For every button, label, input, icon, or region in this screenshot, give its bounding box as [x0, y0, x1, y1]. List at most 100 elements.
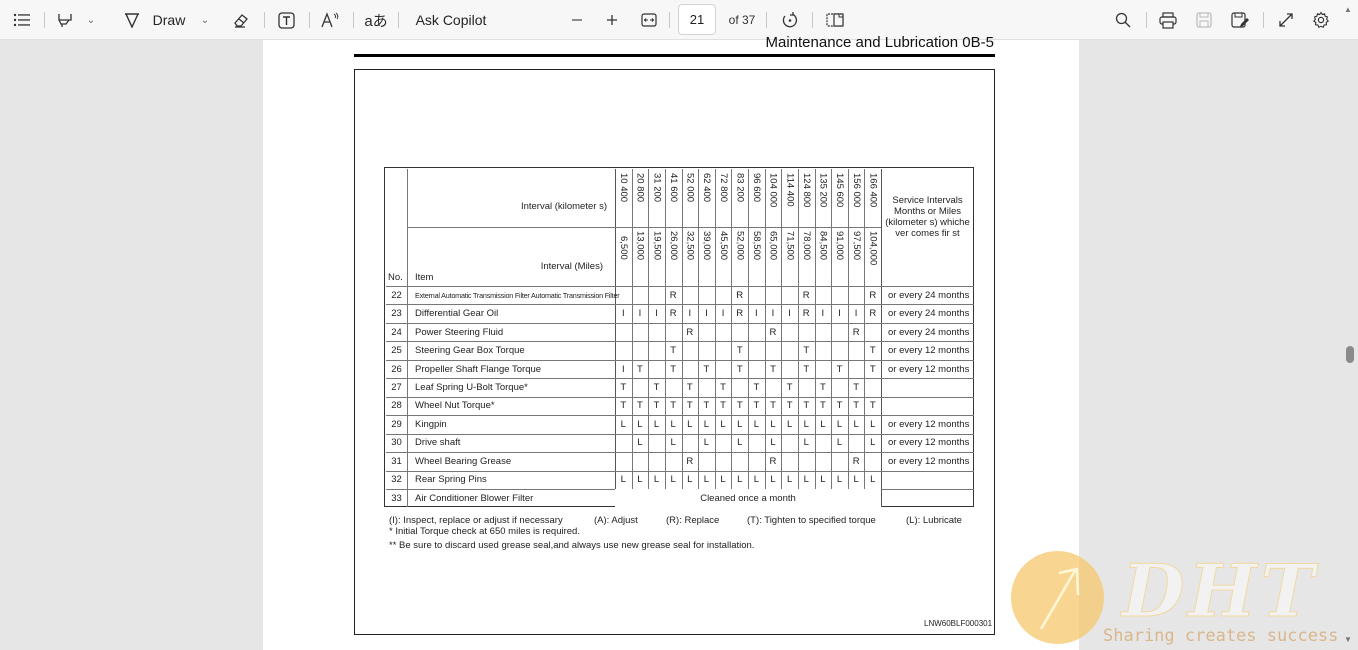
schedule-cell	[848, 360, 865, 378]
schedule-cell: T	[753, 381, 760, 393]
print-button[interactable]	[1157, 0, 1179, 40]
grid-line	[881, 169, 883, 507]
schedule-cell: L	[853, 474, 859, 486]
row-service-interval: or every 12 months	[888, 455, 970, 467]
translate-button[interactable]: aあ	[364, 0, 388, 40]
km-interval-label: 156 000	[850, 173, 862, 208]
divider	[766, 12, 767, 28]
schedule-cell	[781, 434, 798, 452]
fit-width-button[interactable]	[639, 0, 659, 40]
row-service-interval: or every 24 months	[888, 326, 970, 338]
row-number: 32	[391, 474, 402, 486]
ask-copilot-button[interactable]: Ask Copilot	[413, 0, 489, 40]
miles-interval-label: 84,500	[817, 231, 829, 261]
schedule-cell: T	[836, 363, 843, 375]
divider	[1263, 12, 1264, 28]
row-item: Power Steering Fluid	[415, 326, 504, 338]
highlight-options-chevron[interactable]: ⌄	[84, 0, 98, 40]
schedule-cell: L	[703, 418, 710, 430]
schedule-cell	[648, 341, 665, 359]
miles-interval-label: 58,500	[751, 231, 763, 261]
schedule-cell	[715, 286, 732, 304]
row-service-interval	[888, 397, 973, 415]
schedule-cell: T	[819, 381, 826, 393]
schedule-cell	[815, 434, 832, 452]
schedule-cell: L	[737, 474, 743, 486]
schedule-cell	[748, 452, 765, 470]
schedule-cell: L	[703, 437, 710, 449]
scroll-up-arrow[interactable]: ▲	[1344, 5, 1352, 14]
table-of-contents-button[interactable]	[10, 0, 34, 40]
fullscreen-button[interactable]	[1275, 0, 1297, 40]
divider	[353, 12, 354, 28]
add-text-button[interactable]	[275, 0, 297, 40]
row-service-interval: or every 24 months	[888, 289, 970, 301]
schedule-cell	[815, 452, 832, 470]
settings-button[interactable]	[1310, 0, 1332, 40]
schedule-cell	[765, 341, 782, 359]
miles-interval-label: 91,000	[834, 231, 846, 261]
schedule-cell: T	[753, 400, 760, 412]
schedule-cell: L	[786, 474, 793, 486]
schedule-cell: L	[653, 418, 660, 430]
legend-inspect: (I): Inspect, replace or adjust if neces…	[389, 515, 563, 526]
draw-pen-button[interactable]	[121, 0, 143, 40]
schedule-cell	[831, 378, 848, 396]
schedule-cell: R	[669, 308, 677, 320]
schedule-cell: T	[853, 381, 860, 393]
schedule-cell	[731, 378, 748, 396]
header-no: No.	[388, 271, 403, 283]
schedule-cell: T	[836, 400, 843, 412]
schedule-cell	[715, 452, 732, 470]
schedule-cell	[648, 323, 665, 341]
km-interval-label: 135 200	[817, 173, 829, 208]
schedule-cell: I	[755, 308, 758, 320]
miles-interval-label: 39,000	[701, 231, 713, 261]
draw-label: Draw	[152, 12, 186, 28]
schedule-cell: I	[771, 308, 775, 320]
save-as-icon	[1231, 11, 1249, 28]
schedule-cell	[665, 452, 682, 470]
row-item: Propeller Shaft Flange Torque	[415, 363, 542, 375]
schedule-cell: T	[620, 381, 627, 393]
km-interval-label: 104 000	[767, 173, 779, 208]
miles-interval-label: 45,500	[717, 231, 729, 261]
read-aloud-button[interactable]	[320, 0, 342, 40]
schedule-cell	[731, 323, 748, 341]
schedule-cell	[665, 323, 682, 341]
search-button[interactable]	[1112, 0, 1134, 40]
zoom-in-button[interactable]	[603, 0, 621, 40]
schedule-cell	[632, 341, 649, 359]
schedule-cell: T	[736, 400, 743, 412]
save-button[interactable]	[1193, 0, 1215, 40]
schedule-cell: L	[820, 418, 826, 430]
scroll-down-arrow[interactable]: ▼	[1344, 635, 1352, 644]
schedule-cell: R	[736, 289, 744, 301]
save-icon	[1196, 12, 1212, 28]
schedule-cell: R	[686, 455, 694, 467]
erase-button[interactable]	[229, 0, 251, 40]
highlight-button[interactable]	[54, 0, 76, 40]
schedule-cell	[848, 434, 865, 452]
schedule-cell	[698, 341, 715, 359]
schedule-cell	[848, 286, 865, 304]
scrollbar-thumb[interactable]	[1346, 346, 1354, 363]
draw-button[interactable]: Draw	[151, 0, 187, 40]
row-number: 33	[391, 492, 402, 504]
row-number: 22	[391, 289, 402, 301]
chevron-down-icon: ⌄	[86, 14, 96, 26]
schedule-cell: R	[669, 289, 677, 301]
save-as-button[interactable]	[1229, 0, 1251, 40]
schedule-cell	[715, 341, 732, 359]
schedule-cell: T	[869, 363, 876, 375]
zoom-out-button[interactable]	[568, 0, 586, 40]
schedule-cell: L	[637, 474, 643, 486]
schedule-cell	[632, 286, 649, 304]
schedule-cell: I	[821, 308, 825, 320]
schedule-cell	[831, 323, 848, 341]
fullscreen-icon	[1279, 13, 1293, 27]
legend-tighten: (T): Tighten to specified torque	[747, 515, 876, 526]
draw-options-chevron[interactable]: ⌄	[198, 0, 212, 40]
schedule-cell	[748, 360, 765, 378]
schedule-cell: L	[836, 474, 843, 486]
